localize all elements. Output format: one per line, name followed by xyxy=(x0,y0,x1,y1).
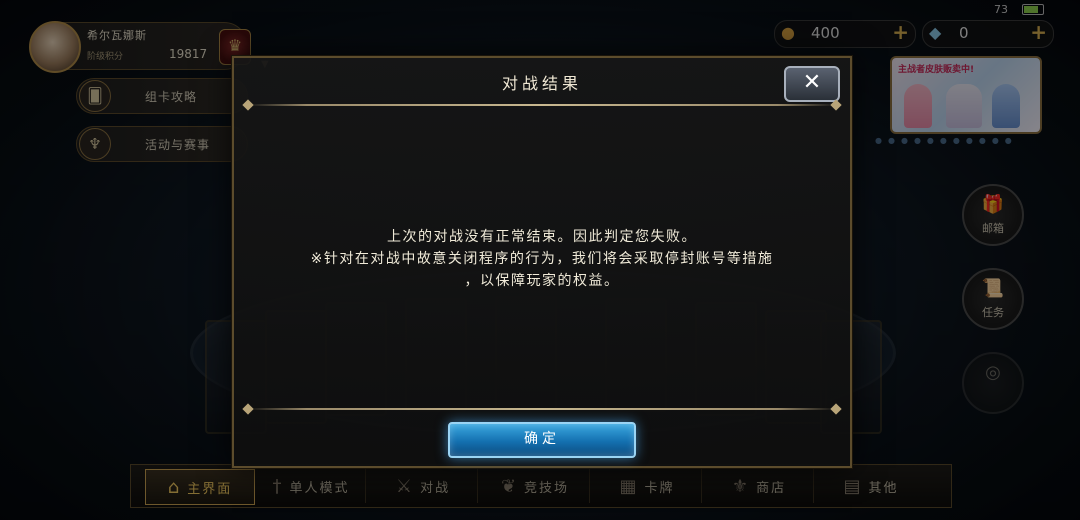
battle-result-dialog: 对战结果 ✕ 上次的对战没有正常结束。因此判定您失败。 ※针对在对战中故意关闭程… xyxy=(232,56,852,468)
close-button[interactable]: ✕ xyxy=(784,66,840,102)
message-line: 上次的对战没有正常结束。因此判定您失败。 xyxy=(387,229,697,245)
message-line: ※针对在对战中故意关闭程序的行为，我们将会采取停封账号等措施 xyxy=(310,251,774,267)
dialog-title: 对战结果 xyxy=(501,74,582,93)
dialog-message: 上次的对战没有正常结束。因此判定您失败。 ※针对在对战中故意关闭程序的行为，我们… xyxy=(264,226,820,292)
message-line: ，以保障玩家的权益。 xyxy=(464,273,620,289)
close-icon: ✕ xyxy=(802,70,822,95)
bottom-divider xyxy=(248,408,836,410)
confirm-button[interactable]: 确定 xyxy=(448,422,636,458)
top-divider xyxy=(248,104,836,106)
